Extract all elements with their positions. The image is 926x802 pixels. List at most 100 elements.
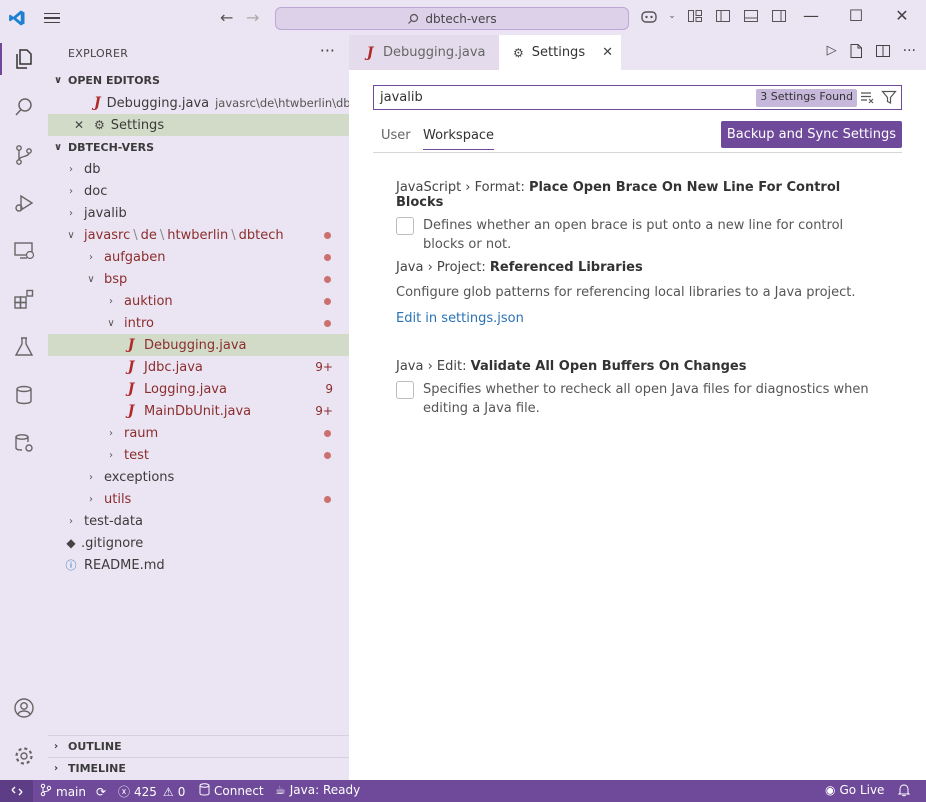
source-control-icon[interactable] <box>0 131 48 179</box>
remote-explorer-icon[interactable] <box>0 227 48 275</box>
java-cup-icon: ☕ <box>275 783 286 797</box>
settings-found-badge: 3 Settings Found <box>756 89 857 107</box>
customize-layout-icon[interactable] <box>686 7 704 25</box>
command-center-text: dbtech-vers <box>425 11 497 26</box>
modified-dot <box>324 253 331 261</box>
notifications-bell-icon[interactable] <box>898 783 910 797</box>
open-editor-settings[interactable]: ✕ ⚙ Settings <box>48 114 349 136</box>
extensions-icon[interactable] <box>0 275 48 323</box>
tab-settings[interactable]: ⚙ Settings ✕ <box>499 35 621 70</box>
manage-gear-icon[interactable] <box>0 732 48 780</box>
problems-status[interactable]: ⓧ 425 ⚠ 0 <box>118 783 185 800</box>
sync-icon[interactable]: ⟳ <box>96 785 106 799</box>
tab-workspace[interactable]: Workspace <box>423 128 495 150</box>
chevron-right-icon: › <box>109 449 113 461</box>
project-header[interactable]: ∨ DBTECH-VERS <box>48 136 349 158</box>
tree-item-readme[interactable]: ⓘ README.md <box>48 554 349 576</box>
chevron-right-icon: › <box>54 763 59 774</box>
connect-status[interactable]: Connect <box>199 783 264 799</box>
timeline-header[interactable]: › TIMELINE <box>48 757 349 779</box>
search-icon[interactable] <box>0 83 48 131</box>
outline-header[interactable]: › OUTLINE <box>48 735 349 757</box>
tab-debugging-java[interactable]: J Debugging.java <box>349 35 499 70</box>
error-icon: ⓧ <box>118 785 131 799</box>
tree-item-aufgaben[interactable]: › aufgaben <box>48 246 349 268</box>
open-editor-debugging[interactable]: J Debugging.java javasrc\de\htwberlin\db… <box>48 92 366 114</box>
modified-dot <box>324 275 331 283</box>
close-window-icon[interactable]: ✕ <box>890 6 914 25</box>
toggle-secondary-sidebar-icon[interactable] <box>770 7 788 25</box>
edit-in-settings-json-link[interactable]: Edit in settings.json <box>396 311 886 326</box>
close-editor-icon[interactable]: ✕ <box>74 118 88 132</box>
tree-item-debugging-java[interactable]: J Debugging.java <box>48 334 349 356</box>
tree-item-test[interactable]: › test <box>48 444 349 466</box>
tree-item-auktion[interactable]: › auktion <box>48 290 349 312</box>
broadcast-icon: ◉ <box>825 783 836 797</box>
run-icon[interactable]: ▷ <box>827 43 837 63</box>
chevron-right-icon: › <box>89 493 93 505</box>
tree-item-maindbunit-java[interactable]: J MainDbUnit.java 9+ <box>48 400 349 422</box>
open-editors-header[interactable]: ∨ OPEN EDITORS <box>48 69 349 91</box>
tree-item-test-data[interactable]: › test-data <box>48 510 349 532</box>
more-actions-icon[interactable]: ··· <box>320 41 335 60</box>
go-live-status[interactable]: ◉ Go Live <box>825 783 884 797</box>
tree-item-exceptions[interactable]: › exceptions <box>48 466 349 488</box>
filter-icon[interactable] <box>881 89 897 109</box>
database-settings-icon[interactable] <box>0 419 48 467</box>
command-center-search[interactable]: dbtech-vers <box>275 7 629 30</box>
tree-item-raum[interactable]: › raum <box>48 422 349 444</box>
testing-icon[interactable] <box>0 323 48 371</box>
maximize-icon[interactable]: ☐ <box>844 6 868 25</box>
tab-user[interactable]: User <box>381 128 411 143</box>
account-icon[interactable] <box>0 684 48 732</box>
chevron-right-icon: › <box>69 185 73 197</box>
status-bar: main ⟳ ⓧ 425 ⚠ 0 Connect ☕ Java: Ready ◉… <box>0 780 926 802</box>
open-settings-json-icon[interactable] <box>849 43 863 63</box>
split-editor-icon[interactable] <box>875 43 891 63</box>
explorer-icon[interactable] <box>0 35 48 83</box>
tree-item-db[interactable]: › db <box>48 158 349 180</box>
run-debug-icon[interactable] <box>0 179 48 227</box>
java-status[interactable]: ☕ Java: Ready <box>275 783 360 797</box>
tree-item-gitignore[interactable]: ◆ .gitignore <box>48 532 349 554</box>
tree-item-bsp[interactable]: ∨ bsp <box>48 268 349 290</box>
title-actions: ⌄ <box>640 7 788 25</box>
backup-sync-button[interactable]: Backup and Sync Settings <box>720 121 902 148</box>
setting-checkbox[interactable] <box>396 381 414 399</box>
tree-item-javalib[interactable]: › javalib <box>48 202 349 224</box>
git-branch-icon <box>40 783 52 800</box>
problem-count-badge: 9+ <box>315 404 333 418</box>
setting-place-open-brace: JavaScript › Format: Place Open Brace On… <box>396 180 844 252</box>
modified-dot <box>324 319 331 327</box>
setting-checkbox[interactable] <box>396 217 414 235</box>
settings-search-input[interactable]: javalib 3 Settings Found <box>373 85 902 110</box>
clear-filter-list-icon[interactable] <box>859 89 875 109</box>
tree-item-utils[interactable]: › utils <box>48 488 349 510</box>
back-arrow-icon[interactable]: ← <box>220 8 233 27</box>
chevron-right-icon: › <box>69 163 73 175</box>
tree-item-doc[interactable]: › doc <box>48 180 349 202</box>
tree-item-jdbc-java[interactable]: J Jdbc.java 9+ <box>48 356 349 378</box>
chevron-right-icon: › <box>54 741 59 752</box>
menu-icon[interactable] <box>44 9 64 27</box>
close-tab-icon[interactable]: ✕ <box>602 45 613 60</box>
minimize-icon[interactable]: — <box>799 6 823 25</box>
toggle-panel-icon[interactable] <box>742 7 760 25</box>
branch-status[interactable]: main ⟳ <box>40 783 106 800</box>
java-file-icon: J <box>366 44 374 61</box>
forward-arrow-icon[interactable]: → <box>246 8 259 27</box>
database-icon[interactable] <box>0 371 48 419</box>
tree-item-javasrc[interactable]: ∨ javasrc \ de \ htwberlin \ dbtech <box>48 224 349 246</box>
tree-item-intro[interactable]: ∨ intro <box>48 312 349 334</box>
copilot-icon[interactable] <box>640 7 658 25</box>
tree-item-logging-java[interactable]: J Logging.java 9 <box>48 378 349 400</box>
chevron-right-icon: › <box>89 471 93 483</box>
toggle-sidebar-icon[interactable] <box>714 7 732 25</box>
java-file-icon: J <box>127 403 135 419</box>
chevron-down-icon[interactable]: ⌄ <box>668 7 676 25</box>
settings-editor: javalib 3 Settings Found User Workspace … <box>349 70 926 780</box>
title-bar: ← → dbtech-vers ⌄ — ☐ ✕ <box>0 0 926 35</box>
database-icon <box>199 783 210 799</box>
remote-indicator-icon[interactable] <box>0 780 33 802</box>
more-actions-icon[interactable]: ··· <box>903 43 916 63</box>
